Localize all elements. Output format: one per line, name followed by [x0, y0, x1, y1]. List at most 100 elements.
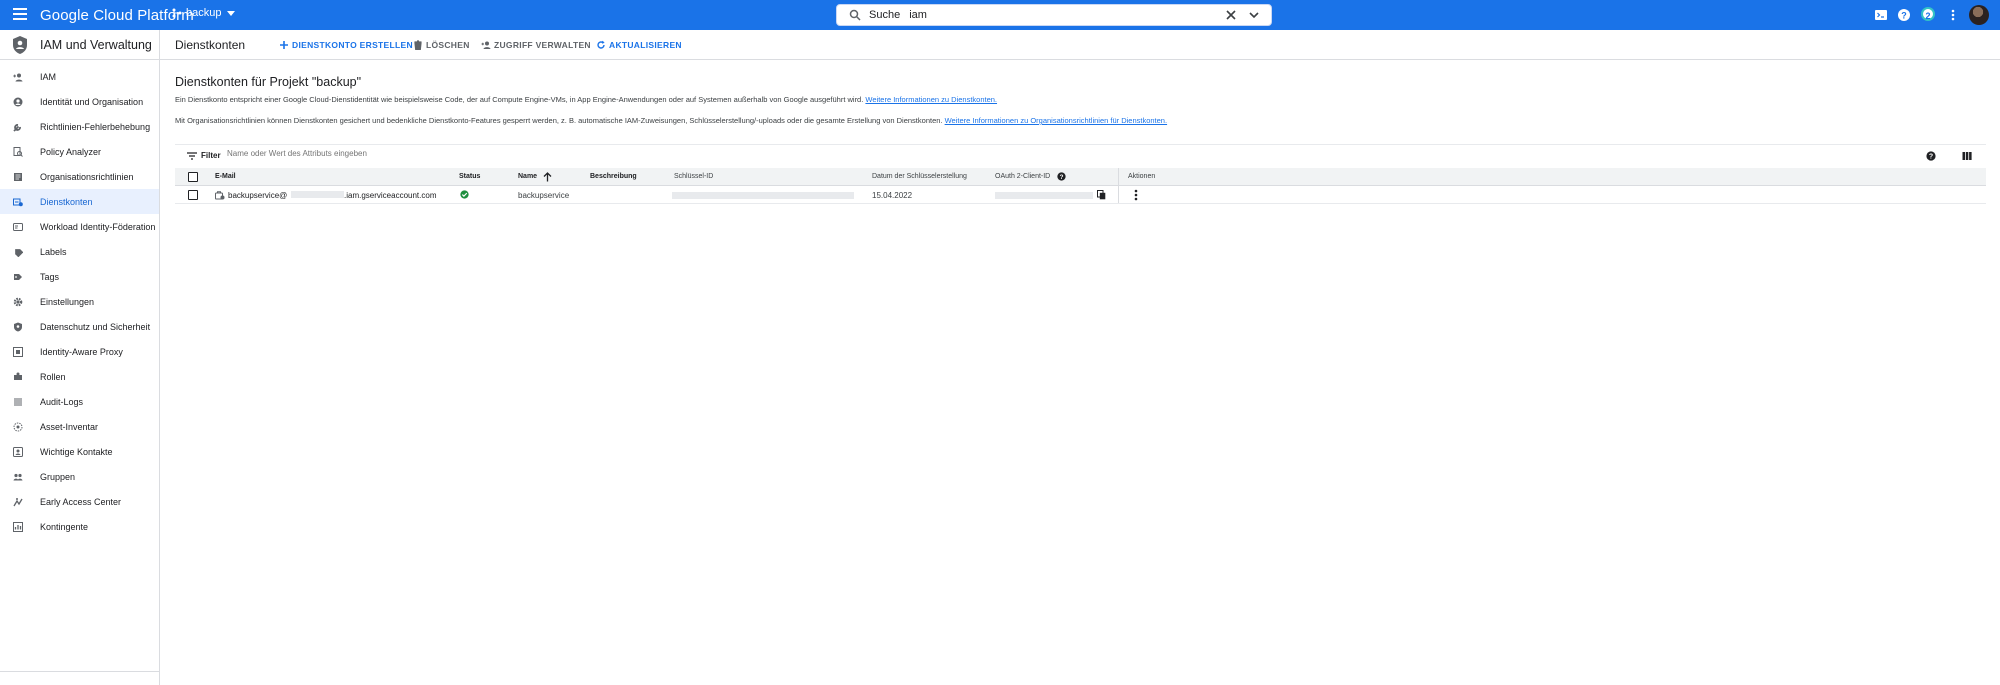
- sidebar-item-workload-identity-föderation[interactable]: Workload Identity-Föderation: [0, 214, 159, 239]
- column-display-icon[interactable]: [1962, 151, 1972, 161]
- gear-icon: [13, 297, 23, 306]
- row-checkbox[interactable]: [188, 190, 198, 200]
- cloud-shell-icon[interactable]: [1874, 8, 1888, 22]
- trash-icon: [414, 40, 422, 50]
- service-account-icon: [13, 198, 23, 206]
- sidebar-item-tags[interactable]: Tags: [0, 264, 159, 289]
- learn-more-service-accounts-link[interactable]: Weitere Informationen zu Dienstkonten.: [865, 95, 997, 104]
- brand-title[interactable]: Google Cloud Platform: [40, 7, 194, 24]
- column-description[interactable]: Beschreibung: [590, 173, 637, 180]
- create-service-account-button[interactable]: DIENSTKONTO ERSTELLEN: [279, 40, 413, 50]
- sidebar-item-identity-aware-proxy[interactable]: Identity-Aware Proxy: [0, 339, 159, 364]
- policy-search-icon: [13, 146, 23, 157]
- sidebar-item-label: Asset-Inventar: [40, 421, 99, 432]
- more-vertical-icon[interactable]: [1133, 189, 1139, 201]
- sidebar-footer: [0, 671, 159, 685]
- search-label: Suche: [869, 9, 901, 21]
- sidebar-item-asset-inventar[interactable]: Asset-Inventar: [0, 414, 159, 439]
- learn-more-org-policy-link[interactable]: Weitere Informationen zu Organisationsri…: [945, 116, 1167, 125]
- sidebar: IAM und Verwaltung IAM Identität und Orga…: [0, 30, 160, 685]
- delete-button[interactable]: LÖSCHEN: [413, 40, 470, 50]
- page-header: Dienstkonten DIENSTKONTO ERSTELLEN LÖSCH…: [160, 30, 2000, 60]
- key-creation-date: 15.04.2022: [872, 191, 913, 200]
- sidebar-item-label: Identität und Organisation: [40, 96, 144, 107]
- search-box[interactable]: Suche: [836, 4, 1272, 26]
- sidebar-item-label: Einstellungen: [40, 296, 95, 307]
- svg-text:?: ?: [1901, 11, 1907, 21]
- avatar[interactable]: [1969, 5, 1989, 25]
- proxy-icon: [13, 346, 23, 357]
- group-icon: [13, 473, 23, 480]
- manage-access-button[interactable]: ZUGRIFF VERWALTEN: [481, 40, 591, 50]
- more-vertical-icon[interactable]: [1946, 8, 1960, 22]
- column-key-id[interactable]: Schlüssel-ID: [674, 173, 713, 180]
- help-icon[interactable]: ?: [1926, 151, 1936, 161]
- redacted-key-id: [672, 192, 854, 199]
- sidebar-item-label: Policy Analyzer: [40, 146, 102, 157]
- sidebar-item-identität-und-organisation[interactable]: Identität und Organisation: [0, 89, 159, 114]
- sidebar-item-einstellungen[interactable]: Einstellungen: [0, 289, 159, 314]
- clear-search-icon[interactable]: [1225, 9, 1237, 21]
- person-add-icon: [481, 41, 491, 49]
- sidebar-item-audit-logs[interactable]: Audit-Logs: [0, 389, 159, 414]
- refresh-button[interactable]: AKTUALISIEREN: [596, 40, 682, 50]
- email-suffix[interactable]: .iam.gserviceaccount.com: [344, 191, 436, 200]
- sidebar-item-dienstkonten[interactable]: Dienstkonten: [0, 189, 159, 214]
- svg-text:?: ?: [1929, 154, 1933, 161]
- help-icon[interactable]: ?: [1057, 172, 1066, 181]
- sort-ascending-icon[interactable]: [543, 172, 552, 182]
- status-enabled-icon: [460, 190, 469, 199]
- sidebar-item-early-access-center[interactable]: Early Access Center: [0, 489, 159, 514]
- sidebar-item-organisationsrichtlinien[interactable]: Organisationsrichtlinien: [0, 164, 159, 189]
- table-row: backupservice@ .iam.gserviceaccount.com …: [175, 186, 1986, 204]
- project-selector[interactable]: backup: [172, 7, 236, 19]
- search-input[interactable]: [909, 9, 1210, 21]
- tag-icon: [14, 273, 22, 280]
- redacted-email-part: [291, 191, 344, 198]
- sidebar-item-richtlinien-fehlerbehebung[interactable]: Richtlinien-Fehlerbehebung: [0, 114, 159, 139]
- sidebar-item-wichtige-kontakte[interactable]: Wichtige Kontakte: [0, 439, 159, 464]
- sidebar-item-label: Kontingente: [40, 521, 89, 532]
- sidebar-item-kontingente[interactable]: Kontingente: [0, 514, 159, 539]
- sidebar-item-label: Richtlinien-Fehlerbehebung: [40, 121, 151, 132]
- copy-icon[interactable]: [1097, 190, 1106, 200]
- sidebar-item-label: Identity-Aware Proxy: [40, 346, 123, 357]
- sidebar-item-label: Organisationsrichtlinien: [40, 171, 134, 182]
- sidebar-item-datenschutz-und-sicherheit[interactable]: Datenschutz und Sicherheit: [0, 314, 159, 339]
- filter-bar: Filter ?: [175, 144, 1986, 166]
- select-all-checkbox[interactable]: [188, 172, 198, 182]
- sidebar-item-label: Dienstkonten: [40, 196, 93, 207]
- filter-input[interactable]: [227, 149, 627, 158]
- sidebar-item-policy-analyzer[interactable]: Policy Analyzer: [0, 139, 159, 164]
- service-account-icon: [215, 191, 225, 200]
- email-prefix[interactable]: backupservice@: [228, 191, 287, 200]
- column-key-date[interactable]: Datum der Schlüsselerstellung: [872, 173, 967, 180]
- sidebar-item-label: Wichtige Kontakte: [40, 446, 113, 457]
- account-name: backupservice: [518, 191, 570, 200]
- sidebar-item-label: Labels: [40, 246, 67, 257]
- column-name[interactable]: Name: [518, 173, 537, 180]
- content-title: Dienstkonten für Projekt "backup": [175, 75, 362, 89]
- plus-icon: [280, 41, 288, 49]
- id-card-icon: [13, 222, 23, 231]
- shield-icon: [14, 322, 22, 331]
- search-icon: [849, 9, 861, 21]
- column-status[interactable]: Status: [459, 173, 480, 180]
- sidebar-item-iam[interactable]: IAM: [0, 64, 159, 89]
- sidebar-item-rollen[interactable]: Rollen: [0, 364, 159, 389]
- help-icon[interactable]: ?: [1897, 8, 1911, 22]
- project-name: backup: [186, 7, 222, 19]
- column-oauth-client-id[interactable]: OAuth 2-Client-ID: [995, 173, 1050, 180]
- sidebar-item-labels[interactable]: Labels: [0, 239, 159, 264]
- sidebar-item-gruppen[interactable]: Gruppen: [0, 464, 159, 489]
- menu-icon[interactable]: [13, 8, 27, 20]
- expand-search-icon[interactable]: [1249, 10, 1259, 20]
- intro-text: Ein Dienstkonto entspricht einer Google …: [175, 95, 864, 104]
- notification-badge[interactable]: 2: [1921, 7, 1935, 21]
- label-icon: [15, 248, 23, 257]
- sidebar-item-label: Tags: [40, 271, 60, 282]
- quota-icon: [13, 521, 23, 532]
- iam-shield-icon: [13, 35, 27, 54]
- refresh-icon: [597, 40, 605, 49]
- column-email[interactable]: E-Mail: [215, 173, 236, 180]
